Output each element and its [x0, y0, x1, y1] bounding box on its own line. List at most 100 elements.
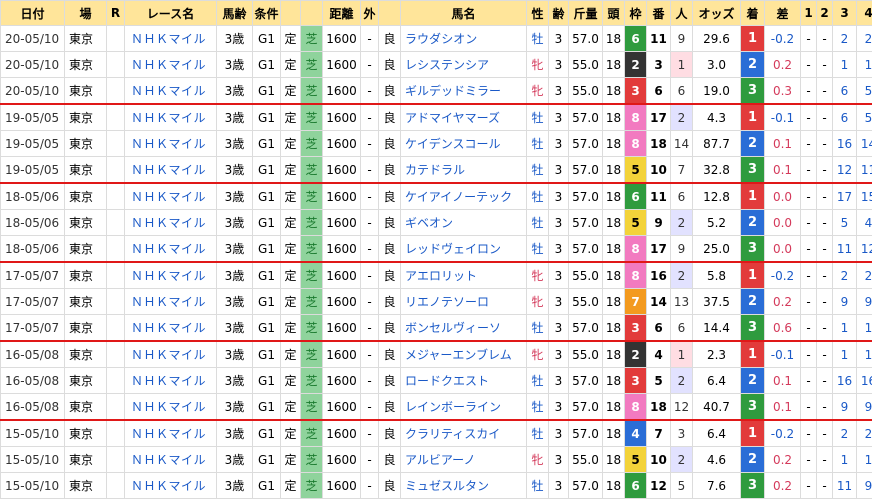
- outer-course: -: [361, 131, 379, 157]
- table-row[interactable]: 19-05/05東京ＮＨＫマイル3歳G1定芝1600-良ケイデンスコール牡357…: [1, 131, 872, 157]
- race-name-link[interactable]: ＮＨＫマイル: [125, 236, 217, 263]
- header-sex[interactable]: 性: [527, 1, 549, 26]
- table-row[interactable]: 20-05/10東京ＮＨＫマイル3歳G1定芝1600-良ラウダシオン牡357.0…: [1, 26, 872, 52]
- header-odds[interactable]: オッズ: [693, 1, 741, 26]
- horse-number: 10: [647, 447, 671, 473]
- corner-2: -: [817, 315, 833, 342]
- horse-name-link[interactable]: アルビアーノ: [401, 447, 527, 473]
- race-name-link[interactable]: ＮＨＫマイル: [125, 473, 217, 499]
- table-row[interactable]: 17-05/07東京ＮＨＫマイル3歳G1定芝1600-良ボンセルヴィーソ牡357…: [1, 315, 872, 342]
- header-popularity[interactable]: 人: [671, 1, 693, 26]
- corner-3: 6: [833, 78, 857, 105]
- horse-name-link[interactable]: ギルデッドミラー: [401, 78, 527, 105]
- horse-name-link[interactable]: ケイアイノーテック: [401, 183, 527, 210]
- horse-name-link[interactable]: カテドラル: [401, 157, 527, 184]
- table-row[interactable]: 17-05/07東京ＮＨＫマイル3歳G1定芝1600-良リエノテソーロ牝355.…: [1, 289, 872, 315]
- header-race-name[interactable]: レース名: [125, 1, 217, 26]
- header-place[interactable]: 場: [65, 1, 107, 26]
- header-surface[interactable]: [301, 1, 323, 26]
- race-name-link[interactable]: ＮＨＫマイル: [125, 262, 217, 289]
- table-row[interactable]: 15-05/10東京ＮＨＫマイル3歳G1定芝1600-良アルビアーノ牝355.0…: [1, 447, 872, 473]
- race-name-link[interactable]: ＮＨＫマイル: [125, 447, 217, 473]
- table-row[interactable]: 15-05/10東京ＮＨＫマイル3歳G1定芝1600-良ミュゼスルタン牡357.…: [1, 473, 872, 499]
- header-fixed[interactable]: [281, 1, 301, 26]
- corner-4: 12: [857, 236, 872, 263]
- horse-name-link[interactable]: リエノテソーロ: [401, 289, 527, 315]
- popularity: 1: [671, 341, 693, 368]
- race-name-link[interactable]: ＮＨＫマイル: [125, 368, 217, 394]
- carried-weight: 57.0: [569, 26, 603, 52]
- weight-rule: 定: [281, 157, 301, 184]
- header-age[interactable]: 馬齢: [217, 1, 253, 26]
- race-name-link[interactable]: ＮＨＫマイル: [125, 52, 217, 78]
- race-name-link[interactable]: ＮＨＫマイル: [125, 131, 217, 157]
- race-date: 17-05/07: [1, 289, 65, 315]
- carried-weight: 55.0: [569, 262, 603, 289]
- grade: G1: [253, 420, 281, 447]
- table-row[interactable]: 20-05/10東京ＮＨＫマイル3歳G1定芝1600-良レシステンシア牝355.…: [1, 52, 872, 78]
- horse-name-link[interactable]: ボンセルヴィーソ: [401, 315, 527, 342]
- race-name-link[interactable]: ＮＨＫマイル: [125, 78, 217, 105]
- horse-name-link[interactable]: ロードクエスト: [401, 368, 527, 394]
- header-horse-name[interactable]: 馬名: [401, 1, 527, 26]
- race-name-link[interactable]: ＮＨＫマイル: [125, 394, 217, 421]
- race-name-link[interactable]: ＮＨＫマイル: [125, 210, 217, 236]
- header-race-no[interactable]: R: [107, 1, 125, 26]
- race-name-link[interactable]: ＮＨＫマイル: [125, 26, 217, 52]
- horse-age: 3: [549, 210, 569, 236]
- horse-name-link[interactable]: ラウダシオン: [401, 26, 527, 52]
- table-row[interactable]: 18-05/06東京ＮＨＫマイル3歳G1定芝1600-良ケイアイノーテック牡35…: [1, 183, 872, 210]
- race-name-link[interactable]: ＮＨＫマイル: [125, 104, 217, 131]
- race-name-link[interactable]: ＮＨＫマイル: [125, 289, 217, 315]
- horse-name-link[interactable]: ギベオン: [401, 210, 527, 236]
- header-going[interactable]: [379, 1, 401, 26]
- header-corner2[interactable]: 2: [817, 1, 833, 26]
- race-name-link[interactable]: ＮＨＫマイル: [125, 183, 217, 210]
- table-row[interactable]: 16-05/08東京ＮＨＫマイル3歳G1定芝1600-良ロードクエスト牡357.…: [1, 368, 872, 394]
- table-row[interactable]: 19-05/05東京ＮＨＫマイル3歳G1定芝1600-良アドマイヤマーズ牡357…: [1, 104, 872, 131]
- horse-name-link[interactable]: クラリティスカイ: [401, 420, 527, 447]
- header-corner3[interactable]: 3: [833, 1, 857, 26]
- header-field[interactable]: 頭: [603, 1, 625, 26]
- header-diff[interactable]: 差: [765, 1, 801, 26]
- margin: -0.1: [765, 104, 801, 131]
- table-row[interactable]: 19-05/05東京ＮＨＫマイル3歳G1定芝1600-良カテドラル牡357.01…: [1, 157, 872, 184]
- table-row[interactable]: 17-05/07東京ＮＨＫマイル3歳G1定芝1600-良アエロリット牝355.0…: [1, 262, 872, 289]
- header-outer[interactable]: 外: [361, 1, 379, 26]
- track-going: 良: [379, 157, 401, 184]
- race-name-link[interactable]: ＮＨＫマイル: [125, 420, 217, 447]
- horse-name-link[interactable]: レッドヴェイロン: [401, 236, 527, 263]
- race-name-link[interactable]: ＮＨＫマイル: [125, 341, 217, 368]
- horse-number: 10: [647, 157, 671, 184]
- race-name-link[interactable]: ＮＨＫマイル: [125, 157, 217, 184]
- header-condition[interactable]: 条件: [253, 1, 281, 26]
- horse-name-link[interactable]: ミュゼスルタン: [401, 473, 527, 499]
- table-row[interactable]: 16-05/08東京ＮＨＫマイル3歳G1定芝1600-良レインボーライン牡357…: [1, 394, 872, 421]
- margin: 0.3: [765, 78, 801, 105]
- header-date[interactable]: 日付: [1, 1, 65, 26]
- header-distance[interactable]: 距離: [323, 1, 361, 26]
- header-number[interactable]: 番: [647, 1, 671, 26]
- header-frame[interactable]: 枠: [625, 1, 647, 26]
- header-corner1[interactable]: 1: [801, 1, 817, 26]
- horse-name-link[interactable]: メジャーエンブレム: [401, 341, 527, 368]
- header-corner4[interactable]: 4: [857, 1, 872, 26]
- table-row[interactable]: 20-05/10東京ＮＨＫマイル3歳G1定芝1600-良ギルデッドミラー牝355…: [1, 78, 872, 105]
- header-horse-age[interactable]: 齢: [549, 1, 569, 26]
- frame-badge: 4: [625, 420, 647, 447]
- header-weight[interactable]: 斤量: [569, 1, 603, 26]
- table-row[interactable]: 16-05/08東京ＮＨＫマイル3歳G1定芝1600-良メジャーエンブレム牝35…: [1, 341, 872, 368]
- popularity: 6: [671, 78, 693, 105]
- horse-name-link[interactable]: アドマイヤマーズ: [401, 104, 527, 131]
- horse-name-link[interactable]: アエロリット: [401, 262, 527, 289]
- race-name-link[interactable]: ＮＨＫマイル: [125, 315, 217, 342]
- horse-name-link[interactable]: レインボーライン: [401, 394, 527, 421]
- table-row[interactable]: 18-05/06東京ＮＨＫマイル3歳G1定芝1600-良レッドヴェイロン牡357…: [1, 236, 872, 263]
- margin: 0.0: [765, 210, 801, 236]
- horse-name-link[interactable]: レシステンシア: [401, 52, 527, 78]
- table-row[interactable]: 18-05/06東京ＮＨＫマイル3歳G1定芝1600-良ギベオン牡357.018…: [1, 210, 872, 236]
- race-number: [107, 104, 125, 131]
- header-finish[interactable]: 着: [741, 1, 765, 26]
- horse-name-link[interactable]: ケイデンスコール: [401, 131, 527, 157]
- table-row[interactable]: 15-05/10東京ＮＨＫマイル3歳G1定芝1600-良クラリティスカイ牡357…: [1, 420, 872, 447]
